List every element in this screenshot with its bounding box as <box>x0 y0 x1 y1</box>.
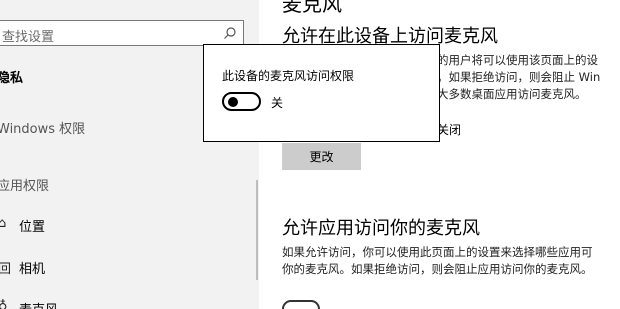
search-input[interactable]: 查找设置 <box>2 26 54 45</box>
sidebar-item-app-permissions: 应用权限 <box>0 179 50 194</box>
sidebar-item-microphone-label: 麦克风 <box>19 299 58 309</box>
section1-desc-line3: 大多数桌面应用访问麦克风。 <box>437 87 587 101</box>
section1-desc-line1: 的用户将可以使用该页面上的设 <box>437 53 598 67</box>
location-icon: ⌂ <box>0 216 7 231</box>
page-title: 麦克风 <box>282 0 342 16</box>
section2-title: 允许应用访问你的麦克风 <box>282 218 480 239</box>
camera-icon: 回 <box>0 262 12 277</box>
search-icon[interactable] <box>223 26 237 40</box>
section1-desc-line2: 。如果拒绝访问，则会阻止 Win <box>437 70 601 84</box>
sidebar-item-location-label: 位置 <box>19 220 46 235</box>
microphone-icon: ♁ <box>0 299 8 309</box>
dialog-title: 此设备的麦克风访问权限 <box>222 69 355 83</box>
device-access-toggle[interactable] <box>222 92 261 111</box>
microphone-access-dialog: 此设备的麦克风访问权限 关 <box>203 44 440 142</box>
privacy-section-title: 隐私 <box>0 71 24 86</box>
app-access-toggle[interactable] <box>282 300 320 309</box>
section2-desc-line1: 如果允许访问，你可以使用此页面上的设置来选择哪些应用可 <box>282 245 593 259</box>
sidebar-scrollbar[interactable] <box>256 180 258 280</box>
change-button[interactable]: 更改 <box>282 143 361 170</box>
access-status-text: 关闭 <box>437 123 462 137</box>
sidebar-item-camera-label: 相机 <box>19 262 46 277</box>
sidebar-item-windows-permissions: Windows 权限 <box>0 122 86 137</box>
section2-desc-line2: 你的麦克风。如果拒绝访问，则会阻止应用访问你的麦克风。 <box>282 262 593 276</box>
toggle-knob <box>228 97 238 107</box>
search-box[interactable]: 查找设置 <box>0 20 244 46</box>
toggle-state-label: 关 <box>271 96 284 110</box>
